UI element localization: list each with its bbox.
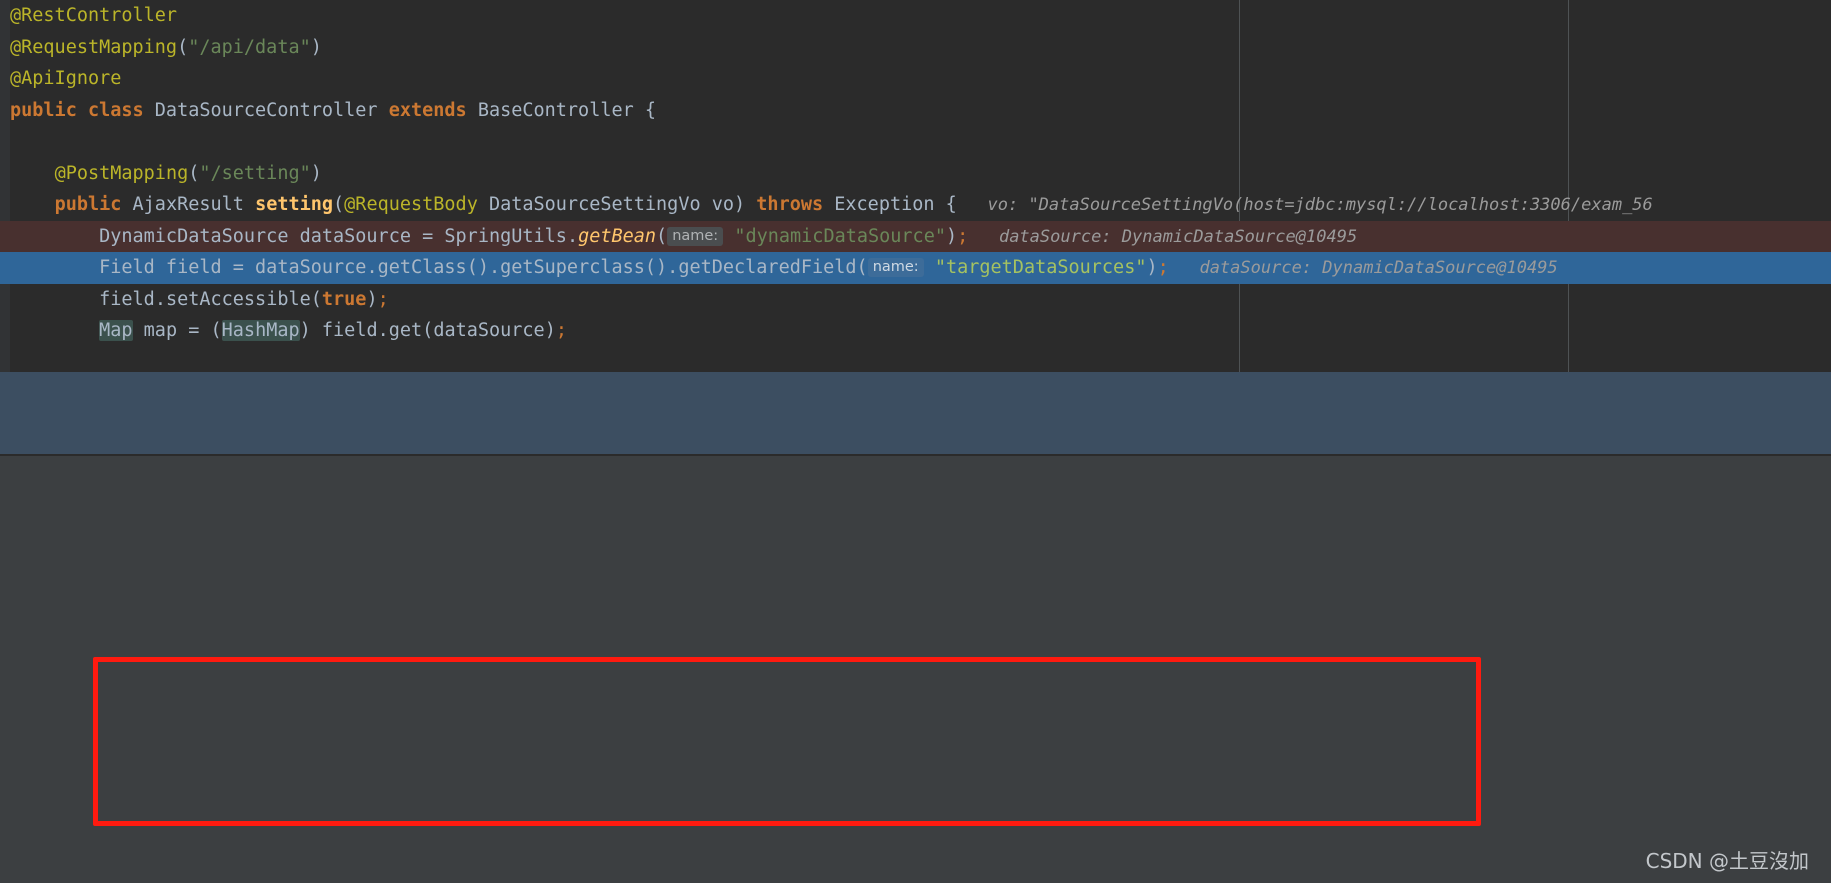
code-token: getClass — [377, 257, 467, 278]
code-token: Map — [99, 320, 133, 341]
code-token: = ( — [188, 320, 222, 341]
code-token: ) — [544, 320, 556, 341]
code-editor[interactable]: @RestController @RequestMapping("/api/dat… — [0, 0, 1831, 372]
inline-debug-value-hint: dataSource: DynamicDataSource@10495 — [968, 226, 1358, 247]
code-token: getBean — [578, 225, 657, 247]
code-line[interactable]: @RequestMapping("/api/data") — [0, 32, 1831, 64]
code-token: "targetDataSources" — [934, 257, 1147, 278]
code-token: = — [232, 257, 256, 278]
code-token: Exception — [834, 194, 946, 215]
code-token: ( — [188, 162, 200, 184]
code-token: ) — [299, 320, 322, 341]
code-token: ) — [734, 194, 757, 215]
code-token: ; — [957, 225, 969, 247]
code-token: @RestController — [10, 5, 178, 26]
code-token: @ApiIgnore — [10, 68, 122, 89]
code-token: (). — [644, 257, 679, 278]
code-token: field — [99, 288, 155, 310]
code-token: . — [154, 288, 166, 310]
code-token: ( — [656, 225, 668, 247]
code-token: @PostMapping — [54, 162, 189, 184]
code-token: ( — [310, 288, 322, 310]
code-token: BaseController — [477, 99, 645, 121]
code-token: getDeclaredField — [678, 257, 857, 278]
code-token: { — [945, 194, 957, 215]
code-token: @RequestMapping — [10, 36, 178, 58]
code-line-highlight-blue[interactable]: Field field = dataSource.getClass().getS… — [0, 252, 1831, 284]
code-token: map — [132, 320, 189, 341]
code-token: HashMap — [221, 320, 300, 341]
code-token: . — [377, 320, 389, 341]
inline-parameter-hint: name: — [667, 226, 724, 246]
code-token: . — [366, 257, 378, 278]
code-token: public — [54, 194, 133, 215]
screenshot-root: @RestController @RequestMapping("/api/dat… — [0, 0, 1831, 883]
code-token: setAccessible — [165, 288, 311, 310]
code-token: throws — [756, 194, 835, 215]
code-token: DataSourceController — [154, 99, 389, 121]
code-token: class — [87, 99, 155, 121]
code-line[interactable]: field.setAccessible(true); — [0, 284, 1831, 316]
code-token: DynamicDataSource dataSource — [99, 225, 423, 247]
code-token: public — [10, 99, 88, 121]
inline-debug-value-hint: dataSource: DynamicDataSource@10495 — [1168, 258, 1558, 278]
code-token: "dynamicDataSource" — [734, 225, 946, 247]
debug-toolbar-strip[interactable] — [0, 372, 1831, 456]
code-token: ) — [310, 162, 322, 184]
code-token: "/api/data" — [188, 36, 311, 58]
code-token: ( — [177, 36, 189, 58]
code-token: extends — [388, 99, 478, 121]
inline-debug-value-hint: vo: "DataSourceSettingVo(host=jdbc:mysql… — [956, 195, 1653, 215]
code-token: (). — [466, 257, 501, 278]
code-line[interactable] — [0, 126, 1831, 158]
code-token: @RequestBody — [344, 194, 489, 215]
code-token: SpringUtils — [444, 225, 567, 247]
code-token: ( — [856, 257, 868, 278]
code-line[interactable]: public class DataSourceController extend… — [0, 95, 1831, 127]
code-token: ( — [333, 194, 345, 215]
code-line[interactable]: public AjaxResult setting(@RequestBody D… — [0, 189, 1831, 221]
code-token: . — [566, 225, 579, 247]
code-token: setting — [255, 194, 334, 215]
code-line[interactable]: Map map = (HashMap) field.get(dataSource… — [0, 315, 1831, 347]
inline-parameter-hint: name: — [867, 258, 924, 277]
code-token: { — [644, 99, 657, 121]
code-body[interactable]: @RestController @RequestMapping("/api/dat… — [0, 0, 1831, 347]
code-line[interactable]: @RestController — [0, 0, 1831, 32]
code-token: ) — [945, 225, 958, 247]
code-line[interactable]: @PostMapping("/setting") — [0, 158, 1831, 190]
code-token: dataSource — [433, 320, 545, 341]
code-token: ; — [555, 320, 567, 341]
code-line[interactable]: @ApiIgnore — [0, 63, 1831, 95]
code-token: true — [321, 288, 367, 310]
code-token: "/setting" — [199, 162, 311, 184]
csdn-watermark: CSDN @土豆沒加 — [1645, 849, 1809, 873]
code-token: ; — [1157, 257, 1169, 278]
code-token: Field field — [99, 257, 233, 278]
code-token: field — [321, 320, 378, 341]
code-token: ( — [422, 320, 434, 341]
code-token: getSuperclass — [500, 257, 645, 278]
code-token: AjaxResult — [132, 194, 256, 215]
code-line-highlight-red[interactable]: DynamicDataSource dataSource = SpringUti… — [0, 220, 1831, 252]
code-token: dataSource — [255, 257, 367, 278]
debugger-variables-panel[interactable]: riables instanceKey = nullfdefaultAutoCo… — [0, 456, 1831, 883]
code-token: = — [422, 225, 445, 247]
code-token: ) — [1146, 257, 1158, 278]
code-token: ) — [310, 36, 322, 58]
code-token: DataSourceSettingVo vo — [488, 194, 735, 215]
code-token: ) — [366, 288, 378, 310]
code-token: get — [388, 320, 423, 341]
code-token: ; — [377, 288, 389, 310]
